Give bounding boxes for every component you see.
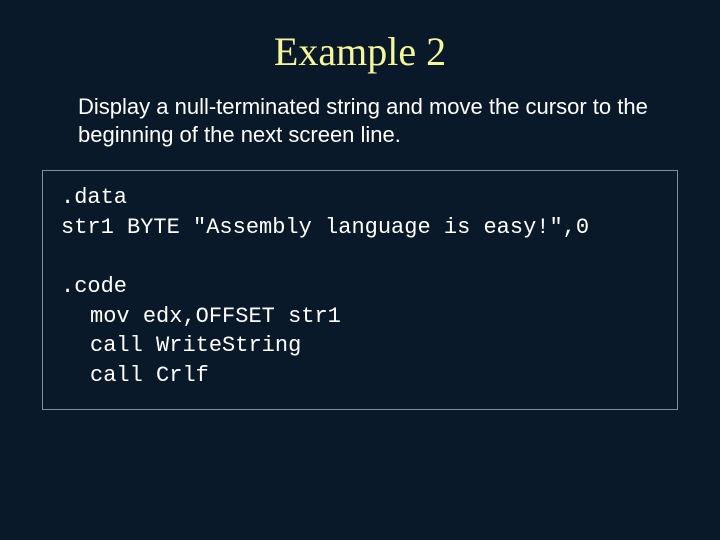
code-line: .code: [61, 274, 127, 299]
slide-description: Display a null-terminated string and mov…: [78, 93, 650, 148]
code-line: .data: [61, 185, 127, 210]
code-line: call WriteString: [90, 333, 301, 358]
code-line: mov edx,OFFSET str1: [90, 304, 341, 329]
slide: Example 2 Display a null-terminated stri…: [0, 0, 720, 540]
code-line: call Crlf: [90, 363, 209, 388]
code-block: .data str1 BYTE "Assembly language is ea…: [42, 170, 678, 410]
code-line: str1 BYTE "Assembly language is easy!",0: [61, 215, 589, 240]
slide-title: Example 2: [40, 28, 680, 75]
